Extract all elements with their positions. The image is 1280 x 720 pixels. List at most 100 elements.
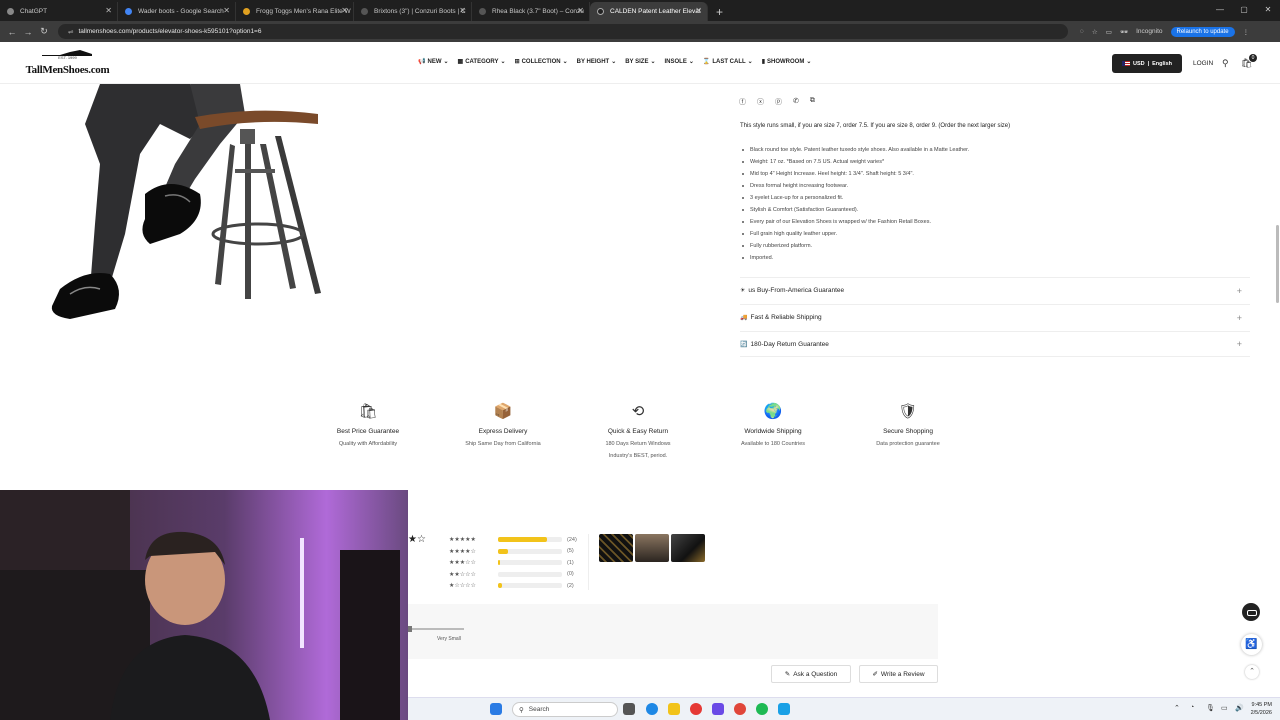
accordion-buy-from-america[interactable]: ☀ us Buy-From-America Guarantee +	[740, 277, 1250, 303]
tab-title: Frogg Toggs Men's Rana Elite W	[256, 8, 351, 15]
minimize-icon[interactable]: —	[1208, 0, 1232, 20]
display-icon[interactable]: ▭	[1221, 704, 1228, 712]
scrollbar-thumb[interactable]	[1276, 225, 1279, 303]
product-image[interactable]	[40, 84, 330, 334]
review-photo-thumb[interactable]	[671, 534, 705, 562]
webcam-overlay	[0, 490, 408, 720]
close-tab-icon[interactable]: ✕	[223, 6, 230, 15]
accordion-shipping[interactable]: 🚚 Fast & Reliable Shipping +	[740, 304, 1250, 330]
windows-start-icon[interactable]	[490, 703, 502, 715]
browser-tab-active[interactable]: CALDEN Patent Leather Elevat ✕	[590, 2, 708, 21]
currency-selector[interactable]: USD | English	[1112, 54, 1182, 73]
chrome-icon[interactable]	[734, 703, 746, 715]
maximize-icon[interactable]: ▢	[1232, 0, 1256, 20]
guarantee-best-price: 🛍 Best Price Guarantee Quality with Affo…	[313, 402, 423, 450]
close-tab-icon[interactable]: ✕	[577, 6, 584, 15]
search-icon: ⚲	[519, 706, 524, 714]
feature-item: Mid top 4" Height Increase. Heel height:…	[741, 170, 969, 182]
nav-label: BY HEIGHT	[576, 58, 610, 65]
separator: |	[1147, 60, 1150, 67]
search-icon[interactable]: ⚲	[1222, 58, 1229, 69]
rating-bar	[498, 583, 562, 589]
browser-toolbar: ← → ↻ ⇌ tallmenshoes.com/products/elevat…	[0, 21, 1280, 42]
nav-new[interactable]: 📢 NEW ⌄	[418, 58, 449, 66]
sidepanel-icon[interactable]: ▭	[1106, 28, 1112, 36]
nav-showroom[interactable]: ▮ SHOWROOM ⌄	[762, 58, 812, 66]
nav-insole[interactable]: INSOLE ⌄	[664, 58, 693, 66]
scroll-to-top-icon[interactable]: ⌃	[1245, 665, 1259, 679]
browser-tab[interactable]: Brixtons (3") | Conzuri Boots | C ✕	[354, 2, 472, 21]
clock[interactable]: 9:45 PM 2/5/2026	[1251, 701, 1272, 717]
rating-row[interactable]: ★★★★★ (24)	[449, 534, 577, 546]
rating-row[interactable]: ★☆☆☆☆ (2)	[449, 580, 577, 592]
facebook-icon[interactable]: ⓕ	[739, 97, 746, 107]
spotify-icon[interactable]	[756, 703, 768, 715]
browser-tab[interactable]: Rhea Black (3.7" Boot) – Conzu ✕	[472, 2, 590, 21]
forward-icon[interactable]: →	[20, 27, 36, 37]
chat-widget-button[interactable]	[1242, 603, 1260, 621]
whatsapp-icon[interactable]: ✆	[793, 97, 799, 107]
ask-question-button[interactable]: ✎ Ask a Question	[771, 665, 851, 683]
discord-icon[interactable]	[712, 703, 724, 715]
login-link[interactable]: LOGIN	[1193, 60, 1213, 67]
close-tab-icon[interactable]: ✕	[459, 6, 466, 15]
browser-tab[interactable]: Wader boots - Google Search ✕	[118, 2, 236, 21]
mic-icon[interactable]: 🎙	[1206, 704, 1215, 712]
tab-favicon	[361, 8, 368, 15]
taskbar-search[interactable]: ⚲ Search	[512, 702, 618, 717]
browser-tab[interactable]: Frogg Toggs Men's Rana Elite W ✕	[236, 2, 354, 21]
review-photo-thumb[interactable]	[599, 534, 633, 562]
network-icon[interactable]: ◔	[1190, 704, 1194, 711]
bookmark-star-icon[interactable]: ☆	[1092, 28, 1098, 36]
accessibility-icon[interactable]: ♿	[1241, 634, 1262, 655]
write-review-button[interactable]: ✐ Write a Review	[859, 665, 938, 683]
copy-link-icon[interactable]: ⧉	[810, 97, 815, 107]
button-label: Write a Review	[880, 670, 925, 678]
volume-icon[interactable]: 🔊	[1235, 704, 1244, 712]
task-view-icon[interactable]	[623, 703, 635, 715]
chevron-up-icon[interactable]: ⌃	[1174, 704, 1180, 712]
close-tab-icon[interactable]: ✕	[341, 6, 348, 15]
file-explorer-icon[interactable]	[668, 703, 680, 715]
site-logo[interactable]: EST. 1999 TallMenShoes.com	[25, 48, 110, 80]
nav-last-call[interactable]: ⌛ LAST CALL ⌄	[703, 58, 753, 66]
eye-off-icon[interactable]: ◌	[1080, 28, 1084, 35]
nav-collection[interactable]: ⊞ COLLECTION ⌄	[515, 58, 568, 66]
tab-favicon	[243, 8, 250, 15]
reload-icon[interactable]: ↻	[36, 26, 52, 37]
fit-scale	[410, 628, 464, 630]
time: 9:45 PM	[1251, 702, 1272, 708]
accordion-returns[interactable]: 🔄 180-Day Return Guarantee +	[740, 331, 1250, 357]
review-photo-thumb[interactable]	[635, 534, 669, 562]
app-icon[interactable]	[778, 703, 790, 715]
site-info-icon[interactable]: ⇌	[68, 28, 73, 36]
return-arrows-icon: 🔄	[740, 341, 748, 348]
browser-tab[interactable]: ChatGPT ✕	[0, 2, 118, 21]
nav-by-size[interactable]: BY SIZE ⌄	[625, 58, 655, 66]
menu-icon[interactable]: ⋮	[1243, 28, 1250, 36]
fit-rating-panel	[408, 604, 938, 659]
language: English	[1152, 60, 1173, 67]
pinterest-icon[interactable]: ⓟ	[775, 97, 782, 107]
feature-item: Black round toe style. Patent leather tu…	[741, 146, 969, 158]
rating-row[interactable]: ★★★★☆ (5)	[449, 546, 577, 558]
box-icon: 📦	[493, 403, 513, 420]
close-tab-icon[interactable]: ✕	[105, 6, 112, 15]
rating-stars: ★★★★☆	[449, 548, 476, 555]
guarantee-easy-return: ⟲ Quick & Easy Return 180 Days Return Wi…	[583, 402, 693, 462]
feature-item: 3 eyelet Lace-up for a personalized fit.	[741, 194, 969, 206]
new-tab-button[interactable]: +	[708, 2, 731, 21]
rating-row[interactable]: ★★★☆☆ (1)	[449, 557, 577, 569]
close-window-icon[interactable]: ✕	[1256, 0, 1280, 20]
close-tab-icon[interactable]: ✕	[695, 6, 702, 15]
nav-by-height[interactable]: BY HEIGHT ⌄	[576, 58, 617, 66]
back-icon[interactable]: ←	[4, 27, 20, 37]
rating-row[interactable]: ★★☆☆☆ (0)	[449, 569, 577, 581]
nav-category[interactable]: ▦ CATEGORY ⌄	[458, 58, 506, 66]
tab-favicon	[125, 8, 132, 15]
address-bar[interactable]: ⇌ tallmenshoes.com/products/elevator-sho…	[58, 24, 1068, 39]
x-twitter-icon[interactable]: ⓧ	[757, 97, 764, 107]
chrome-icon[interactable]	[646, 703, 658, 715]
relaunch-button[interactable]: Relaunch to update	[1170, 26, 1235, 37]
app-icon[interactable]	[690, 703, 702, 715]
